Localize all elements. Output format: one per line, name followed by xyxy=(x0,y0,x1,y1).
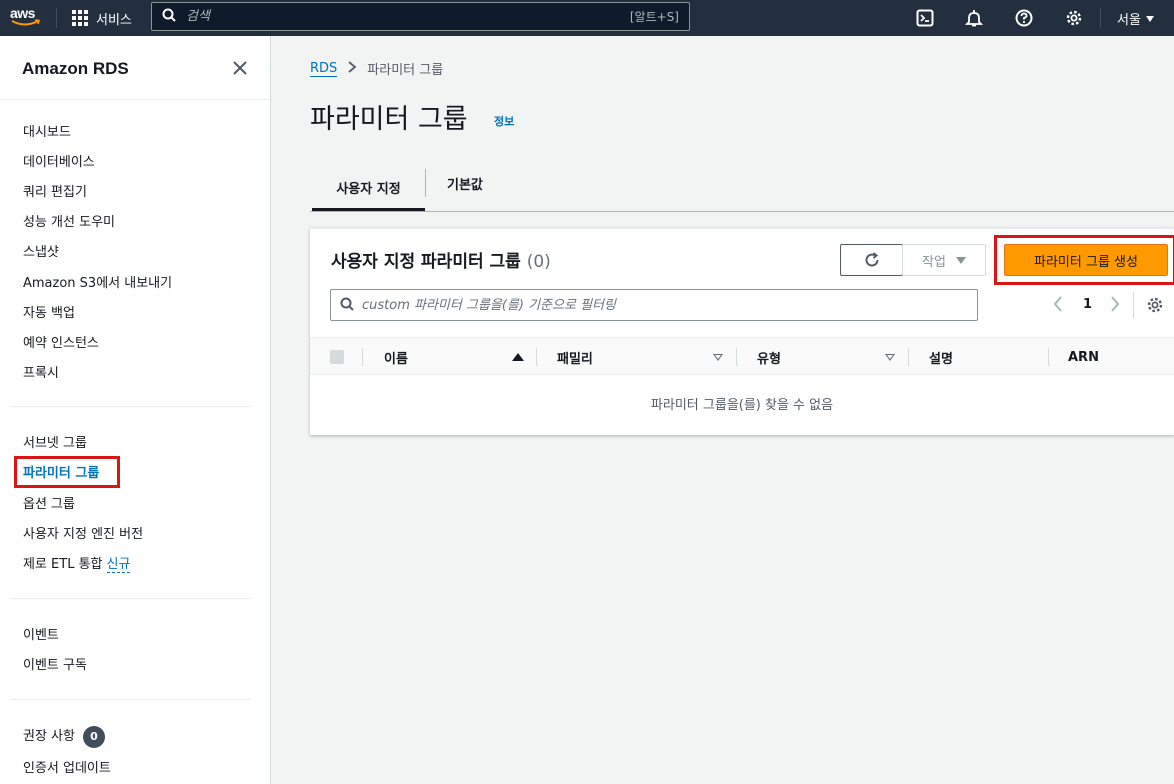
select-all-checkbox[interactable] xyxy=(330,350,344,364)
sidebar-divider xyxy=(10,406,251,407)
column-divider xyxy=(908,348,909,366)
column-label: 이름 xyxy=(384,351,408,367)
sidebar-item-zero-etl[interactable]: 제로 ETL 통합 신규 xyxy=(23,553,131,573)
caret-down-icon xyxy=(1145,15,1154,22)
help-icon[interactable] xyxy=(1014,8,1034,28)
column-divider xyxy=(362,348,363,366)
sidebar-item-event-subscriptions[interactable]: 이벤트 구독 xyxy=(23,654,87,673)
sidebar-item-proxies[interactable]: 프록시 xyxy=(23,362,59,381)
tab-list: 사용자 지정 기본값 xyxy=(310,166,1174,212)
aws-smile-icon xyxy=(11,19,41,26)
gear-icon[interactable] xyxy=(1146,296,1164,318)
sidebar-item-events[interactable]: 이벤트 xyxy=(23,624,59,643)
actions-label: 작업 xyxy=(922,254,946,270)
region-label: 서울 xyxy=(1117,13,1141,28)
column-divider xyxy=(1048,348,1049,366)
chevron-left-icon[interactable] xyxy=(1052,295,1064,317)
sidebar-item-label: 권장 사항 xyxy=(23,729,75,744)
services-label: 서비스 xyxy=(96,12,132,28)
chevron-right-icon[interactable] xyxy=(1109,295,1121,317)
create-parameter-group-button[interactable]: 파라미터 그룹 생성 xyxy=(1004,244,1168,276)
tab-divider xyxy=(425,169,426,197)
global-search[interactable]: [알트+S] xyxy=(151,2,690,31)
pager-divider xyxy=(1133,292,1134,318)
tab-custom[interactable]: 사용자 지정 xyxy=(312,166,425,211)
sidebar-item-reserved-instances[interactable]: 예약 인스턴스 xyxy=(23,332,99,351)
sidebar-item-performance-insights[interactable]: 성능 개선 도우미 xyxy=(23,211,115,230)
chevron-right-icon xyxy=(347,60,357,77)
notifications-bell-icon[interactable] xyxy=(964,8,984,28)
sidebar-item-custom-engine-versions[interactable]: 사용자 지정 엔진 버전 xyxy=(23,523,143,542)
sort-caret-icon xyxy=(713,353,723,361)
sidebar-item-option-groups[interactable]: 옵션 그룹 xyxy=(23,493,75,512)
global-search-input[interactable] xyxy=(186,9,630,24)
create-button-label: 파라미터 그룹 생성 xyxy=(1034,254,1138,270)
actions-dropdown-button[interactable]: 작업 xyxy=(902,244,986,276)
side-navigation: Amazon RDS 대시보드 데이터베이스 쿼리 편집기 성능 개선 도우미 … xyxy=(0,36,271,784)
sidebar-item-label: 제로 ETL 통합 xyxy=(23,557,103,572)
sidebar-item-certificate-update[interactable]: 인증서 업데이트 xyxy=(23,757,111,776)
search-shortcut-hint: [알트+S] xyxy=(629,10,679,24)
aws-logo[interactable]: aws xyxy=(10,5,42,31)
empty-state-message: 파라미터 그룹을(를) 찾을 수 없음 xyxy=(650,398,834,413)
search-icon xyxy=(162,7,176,26)
panel-title-text: 사용자 지정 파라미터 그룹 xyxy=(331,252,521,272)
refresh-button[interactable] xyxy=(840,244,903,276)
panel-count: (0) xyxy=(526,252,551,272)
sidebar-item-query-editor[interactable]: 쿼리 편집기 xyxy=(23,181,87,200)
topbar-divider-2 xyxy=(1100,8,1101,28)
sidebar-item-subnet-groups[interactable]: 서브넷 그룹 xyxy=(23,432,87,451)
column-header-type[interactable]: 유형 xyxy=(757,338,895,376)
sidebar-divider xyxy=(10,699,251,700)
close-icon[interactable] xyxy=(232,60,248,76)
sidebar-title: Amazon RDS xyxy=(22,59,129,78)
settings-gear-icon[interactable] xyxy=(1064,8,1084,28)
sidebar-item-exports-s3[interactable]: Amazon S3에서 내보내기 xyxy=(23,272,172,291)
column-header-family[interactable]: 패밀리 xyxy=(557,338,723,376)
refresh-icon xyxy=(865,252,879,267)
page-title: 파라미터 그룹 xyxy=(310,104,468,135)
filter-box[interactable] xyxy=(330,289,978,321)
sort-ascending-icon xyxy=(512,353,524,361)
sidebar-item-recommendations[interactable]: 권장 사항 0 xyxy=(23,725,105,748)
page-number-button[interactable]: 1 xyxy=(1083,297,1092,312)
tab-default[interactable]: 기본값 xyxy=(447,166,483,200)
parameter-groups-table-panel: 사용자 지정 파라미터 그룹 (0) 작업 파라미터 그룹 생성 1 이름 xyxy=(310,228,1174,435)
column-divider xyxy=(536,348,537,366)
column-header-name[interactable]: 이름 xyxy=(384,338,524,376)
sidebar-divider xyxy=(0,99,270,100)
sidebar-divider xyxy=(10,598,251,599)
grid-icon xyxy=(72,10,88,26)
sort-caret-icon xyxy=(885,353,895,361)
topbar-divider xyxy=(56,8,57,28)
column-header-description[interactable]: 설명 xyxy=(929,338,953,376)
sidebar-item-parameter-groups[interactable]: 파라미터 그룹 xyxy=(23,462,99,481)
column-label: 패밀리 xyxy=(557,351,593,367)
breadcrumb-link-rds[interactable]: RDS xyxy=(310,61,338,77)
top-navigation-bar: aws 서비스 [알트+S] 서울 xyxy=(0,0,1174,36)
column-divider xyxy=(736,348,737,366)
column-label: 유형 xyxy=(757,351,781,367)
info-link[interactable]: 정보 xyxy=(494,113,514,129)
panel-title: 사용자 지정 파라미터 그룹 (0) xyxy=(331,247,551,272)
column-header-arn[interactable]: ARN xyxy=(1068,338,1099,376)
breadcrumb-current: 파라미터 그룹 xyxy=(367,63,444,78)
new-badge: 신규 xyxy=(106,557,131,573)
sidebar-item-automated-backups[interactable]: 자동 백업 xyxy=(23,302,75,321)
breadcrumb: RDS 파라미터 그룹 xyxy=(310,59,443,78)
search-icon xyxy=(340,296,354,315)
region-selector[interactable]: 서울 xyxy=(1117,9,1154,28)
cloudshell-icon[interactable] xyxy=(915,8,935,28)
services-menu-button[interactable]: 서비스 xyxy=(72,7,132,29)
sidebar-item-databases[interactable]: 데이터베이스 xyxy=(23,151,95,170)
table-header: 이름 패밀리 유형 설명 ARN xyxy=(310,337,1174,375)
caret-down-icon xyxy=(955,256,966,264)
count-badge: 0 xyxy=(82,725,105,748)
sidebar-item-dashboard[interactable]: 대시보드 xyxy=(23,121,71,140)
sidebar-item-snapshots[interactable]: 스냅샷 xyxy=(23,241,59,260)
filter-input[interactable] xyxy=(362,297,977,313)
